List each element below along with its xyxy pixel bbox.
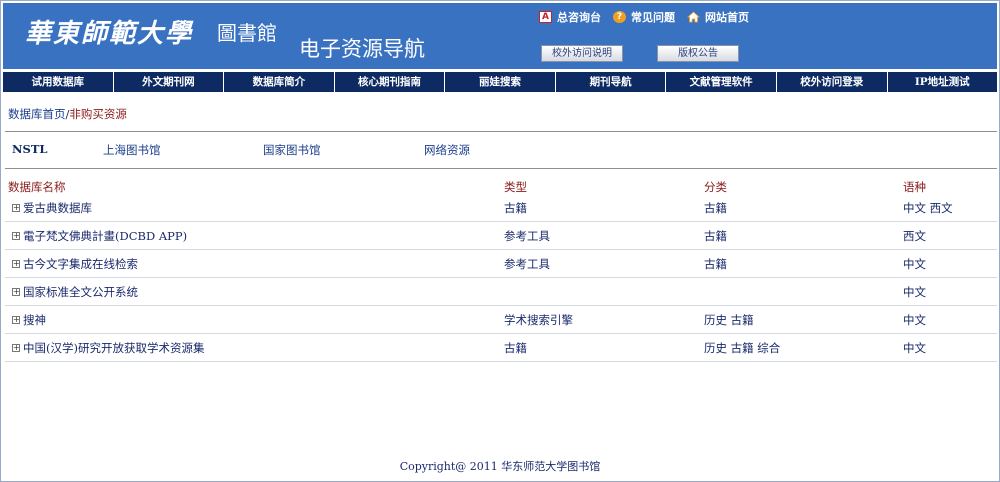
faq-link[interactable]: ? 常见问题 <box>613 9 675 25</box>
nav-item-ref-manager[interactable]: 文献管理软件 <box>666 72 777 92</box>
table-row: + 中国(汉学)研究开放获取学术资源集 古籍 历史 古籍 综合 中文 <box>5 334 997 362</box>
breadcrumb: 数据库首页/非购买资源 <box>8 106 127 122</box>
db-category: 历史 古籍 综合 <box>704 341 781 355</box>
top-links: A 总咨询台 ? 常见问题 网站首页 <box>539 9 749 25</box>
home-icon <box>687 11 700 23</box>
consult-icon: A <box>539 11 552 23</box>
db-name: 国家标准全文公开系统 <box>23 285 138 299</box>
breadcrumb-home-link[interactable]: 数据库首页 <box>8 107 66 121</box>
table-row: + 爱古典数据库 古籍 古籍 中文 西文 <box>5 194 997 222</box>
db-name-link[interactable]: + 古今文字集成在线检索 <box>12 256 138 272</box>
db-type: 学术搜索引擎 <box>504 313 573 327</box>
db-name-link[interactable]: + 搜神 <box>12 312 46 328</box>
help-icon: ? <box>613 11 626 23</box>
resource-sub-links: NSTL 上海图书馆 国家图书馆 网络资源 <box>0 142 1000 160</box>
sub-link-national-library[interactable]: 国家图书馆 <box>263 142 321 158</box>
site-home-label: 网站首页 <box>705 11 749 24</box>
expand-icon[interactable]: + <box>12 288 20 296</box>
db-type: 参考工具 <box>504 229 550 243</box>
expand-icon[interactable]: + <box>12 232 20 240</box>
site-header: 華東師範大學 圖書館 电子资源导航 A 总咨询台 ? 常见问题 网站首页 校外访… <box>3 3 997 69</box>
table-header: 数据库名称 类型 分类 语种 <box>0 179 1000 195</box>
library-logo-text[interactable]: 圖書館 <box>217 17 277 46</box>
sub-link-web-resources[interactable]: 网络资源 <box>424 142 470 158</box>
db-name-link[interactable]: + 国家标准全文公开系统 <box>12 284 138 300</box>
column-header-type: 类型 <box>504 180 527 194</box>
db-language: 中文 <box>903 257 926 271</box>
db-name: 搜神 <box>23 313 46 327</box>
consult-desk-link[interactable]: A 总咨询台 <box>539 9 601 25</box>
table-row: + 古今文字集成在线检索 参考工具 古籍 中文 <box>5 250 997 278</box>
db-name: 古今文字集成在线检索 <box>23 257 138 271</box>
footer-copyright: Copyright@ 2011 华东师范大学图书馆 <box>399 460 601 473</box>
db-language: 中文 <box>903 285 926 299</box>
db-category: 古籍 <box>704 257 727 271</box>
db-category: 古籍 <box>704 201 727 215</box>
db-name: 爱古典数据库 <box>23 201 92 215</box>
table-row: + 電子梵文佛典計畫(DCBD APP) 参考工具 古籍 西文 <box>5 222 997 250</box>
sub-link-shanghai-library[interactable]: 上海图书馆 <box>103 142 161 158</box>
expand-icon[interactable]: + <box>12 204 20 212</box>
db-type: 古籍 <box>504 341 527 355</box>
table-row: + 国家标准全文公开系统 中文 <box>5 278 997 306</box>
consult-desk-label: 总咨询台 <box>557 11 601 24</box>
db-type: 古籍 <box>504 201 527 215</box>
sub-link-nstl[interactable]: NSTL <box>12 142 47 156</box>
db-language: 中文 西文 <box>903 201 953 215</box>
db-category: 历史 古籍 <box>704 313 754 327</box>
db-name: 電子梵文佛典計畫(DCBD APP) <box>23 229 188 243</box>
nav-item-liwa-search[interactable]: 丽娃搜索 <box>445 72 556 92</box>
db-language: 中文 <box>903 313 926 327</box>
db-name-link[interactable]: + 爱古典数据库 <box>12 200 92 216</box>
db-language: 西文 <box>903 229 926 243</box>
divider <box>5 168 997 169</box>
table-row: + 搜神 学术搜索引擎 历史 古籍 中文 <box>5 306 997 334</box>
nav-item-offsite-login[interactable]: 校外访问登录 <box>777 72 888 92</box>
expand-icon[interactable]: + <box>12 344 20 352</box>
column-header-name: 数据库名称 <box>8 180 66 194</box>
offsite-access-button[interactable]: 校外访问说明 <box>541 45 623 62</box>
page-title: 电子资源导航 <box>299 37 425 61</box>
db-name-link[interactable]: + 中国(汉学)研究开放获取学术资源集 <box>12 340 204 356</box>
faq-label: 常见问题 <box>631 11 675 24</box>
db-name: 中国(汉学)研究开放获取学术资源集 <box>23 341 205 355</box>
nav-item-db-intro[interactable]: 数据库简介 <box>224 72 335 92</box>
copyright-notice-button[interactable]: 版权公告 <box>657 45 739 62</box>
main-nav: 试用数据库 外文期刊网 数据库简介 核心期刊指南 丽娃搜索 期刊导航 文献管理软… <box>3 72 997 92</box>
db-type: 参考工具 <box>504 257 550 271</box>
nav-item-journal-nav[interactable]: 期刊导航 <box>556 72 667 92</box>
column-header-language: 语种 <box>903 180 926 194</box>
expand-icon[interactable]: + <box>12 316 20 324</box>
university-logo[interactable]: 華東師範大學 <box>25 13 193 50</box>
breadcrumb-current: 非购买资源 <box>69 107 127 121</box>
nav-item-core-journals[interactable]: 核心期刊指南 <box>335 72 446 92</box>
column-header-category: 分类 <box>704 180 727 194</box>
db-category: 古籍 <box>704 229 727 243</box>
db-name-link[interactable]: + 電子梵文佛典計畫(DCBD APP) <box>12 228 187 244</box>
site-home-link[interactable]: 网站首页 <box>687 9 749 25</box>
nav-item-foreign-journals[interactable]: 外文期刊网 <box>114 72 225 92</box>
divider <box>5 131 997 132</box>
db-language: 中文 <box>903 341 926 355</box>
nav-item-ip-test[interactable]: IP地址测试 <box>888 72 998 92</box>
expand-icon[interactable]: + <box>12 260 20 268</box>
nav-item-trial-db[interactable]: 试用数据库 <box>3 72 114 92</box>
